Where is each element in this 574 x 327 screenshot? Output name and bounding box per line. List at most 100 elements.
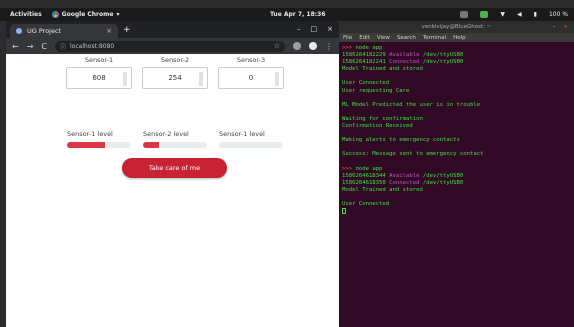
terminal-menu-view[interactable]: View <box>377 35 390 41</box>
chrome-menu-button[interactable]: ⋮ <box>325 42 333 51</box>
terminal-line: ML Model Predicted the user is in troubl… <box>342 102 571 109</box>
terminal-text: >>> <box>342 45 356 51</box>
globe-icon <box>16 28 22 34</box>
bookmark-star-icon[interactable]: ☆ <box>274 42 280 50</box>
forward-button[interactable]: → <box>27 42 34 51</box>
terminal-line: 1586264182241 Connected /dev/ttyUSB0 <box>342 59 571 66</box>
terminal-menu-help[interactable]: Help <box>453 35 466 41</box>
terminal-line: 1586264182229 Available /dev/ttyUSB0 <box>342 52 571 59</box>
terminal-text: node app <box>355 45 383 51</box>
battery-icon: ▮ <box>533 11 537 18</box>
sensor-1-column: Sensor-1 608 <box>66 56 132 89</box>
terminal-text: 1586264182229 <box>342 52 390 59</box>
terminal-window: venkivijay@BlueGhost: ~ – × File Edit View… <box>339 21 574 327</box>
sensor-2-level-label: Sensor-2 level <box>143 130 189 138</box>
terminal-close-button[interactable]: × <box>563 24 568 30</box>
terminal-text: Confirmation Received <box>342 123 413 130</box>
tab-title: UG Project <box>27 27 62 35</box>
page-content: Sensor-1 608 Sensor-2 254 Sensor-3 0 Sen… <box>6 54 339 327</box>
sensor-3-input[interactable]: 0 <box>218 67 284 89</box>
new-tab-button[interactable]: + <box>123 25 131 35</box>
terminal-menu-terminal[interactable]: Terminal <box>423 35 446 41</box>
top-bar: Activities Google Chrome ▾ Tue Apr 7, 18… <box>0 8 574 21</box>
terminal-cursor <box>342 208 346 215</box>
tab-close-icon[interactable]: × <box>106 27 112 35</box>
sensor-1-label: Sensor-1 <box>84 56 114 64</box>
battery-label: 100 % <box>548 11 568 18</box>
system-tray[interactable]: ▼ ◀ ▮ 100 % <box>460 11 568 18</box>
terminal-text: Success: Message sent to emergency conta… <box>342 151 484 158</box>
terminal-window-controls: – × <box>553 24 568 30</box>
indicator-icon <box>460 11 469 18</box>
sensor-1-input[interactable]: 608 <box>66 67 132 89</box>
back-button[interactable]: ← <box>12 42 19 51</box>
terminal-line: Model Trained and stored <box>342 66 571 73</box>
sensor-1-stepper[interactable] <box>123 72 127 86</box>
sensor-3-level-label: Sensor-1 level <box>219 130 265 138</box>
terminal-menubar: File Edit View Search Terminal Help <box>339 33 574 42</box>
terminal-text: /dev/ttyUSB0 <box>422 52 464 59</box>
terminal-line: 1586264618344 Available /dev/ttyUSB0 <box>342 173 571 180</box>
terminal-text: Available <box>389 172 423 179</box>
terminal-minimize-button[interactable]: – <box>553 24 556 30</box>
extension-icon[interactable] <box>293 42 301 50</box>
terminal-text: ML Model Predicted the user is in troubl… <box>342 101 481 108</box>
browser-toolbar: ← → C ⓘ localhost:8080 ☆ ⋮ <box>6 38 339 54</box>
sensor-1-progress <box>67 142 131 148</box>
terminal-text: Available <box>389 52 423 59</box>
sensor-2-progress <box>143 142 207 148</box>
terminal-text: Model Trained and stored <box>342 66 423 73</box>
sensor-2-column: Sensor-2 254 <box>142 56 208 89</box>
address-bar[interactable]: ⓘ localhost:8080 ☆ <box>55 40 285 52</box>
sensor-3-level: Sensor-1 level <box>219 130 283 148</box>
terminal-text: 1586264182241 <box>342 59 390 66</box>
take-care-button[interactable]: Take care of me <box>122 158 227 178</box>
sensor-1-level: Sensor-1 level <box>67 130 131 148</box>
sensor-2-input[interactable]: 254 <box>142 67 208 89</box>
sensor-3-progress <box>219 142 283 148</box>
sensor-3-stepper[interactable] <box>275 72 279 86</box>
terminal-text: User Connected <box>342 201 390 208</box>
sensor-3-label: Sensor-3 <box>236 56 266 64</box>
terminal-text: /dev/ttyUSB0 <box>422 59 464 66</box>
terminal-menu-file[interactable]: File <box>343 35 352 41</box>
terminal-text: Model Trained and stored <box>342 186 423 193</box>
sensor-2-level: Sensor-2 level <box>143 130 207 148</box>
sensor-2-stepper[interactable] <box>199 72 203 86</box>
clock[interactable]: Tue Apr 7, 18:36 <box>270 11 326 18</box>
terminal-text: Connected <box>389 179 423 186</box>
reload-button[interactable]: C <box>41 42 47 51</box>
terminal-text: User Connected <box>342 80 390 87</box>
tab-ug-project[interactable]: UG Project × <box>10 24 118 38</box>
close-window-button[interactable]: × <box>327 25 333 33</box>
terminal-line: Making alerts to emergency contacts <box>342 137 571 144</box>
chevron-down-icon: ▾ <box>116 11 120 18</box>
terminal-line: 1586264618350 Connected /dev/ttyUSB0 <box>342 180 571 187</box>
terminal-menu-search[interactable]: Search <box>397 35 416 41</box>
terminal-line: User Connected <box>342 201 571 208</box>
sensor-2-progress-fill <box>143 142 159 148</box>
minimize-button[interactable]: – <box>297 25 301 33</box>
terminal-title: venkivijay@BlueGhost: ~ <box>421 24 492 30</box>
terminal-titlebar[interactable]: venkivijay@BlueGhost: ~ – × <box>339 21 574 33</box>
activities-button[interactable]: Activities <box>10 11 42 18</box>
terminal-line: >>> node app <box>342 45 571 52</box>
terminal-output[interactable]: >>> node app 1586264182229 Available /dev… <box>339 42 574 216</box>
sensor-3-column: Sensor-3 0 <box>218 56 284 89</box>
terminal-text: User requesting Care <box>342 87 410 94</box>
volume-icon: ◀ <box>517 11 522 18</box>
terminal-menu-edit[interactable]: Edit <box>359 35 370 41</box>
terminal-text: Making alerts to emergency contacts <box>342 137 460 144</box>
app-menu[interactable]: Google Chrome ▾ <box>51 11 120 18</box>
shield-icon <box>480 11 489 18</box>
profile-avatar[interactable] <box>309 42 317 50</box>
terminal-line: Model Trained and stored <box>342 187 571 194</box>
terminal-line: User Connected <box>342 80 571 87</box>
info-icon[interactable]: ⓘ <box>60 42 66 51</box>
maximize-button[interactable]: □ <box>311 25 318 33</box>
wifi-icon: ▼ <box>500 11 505 18</box>
